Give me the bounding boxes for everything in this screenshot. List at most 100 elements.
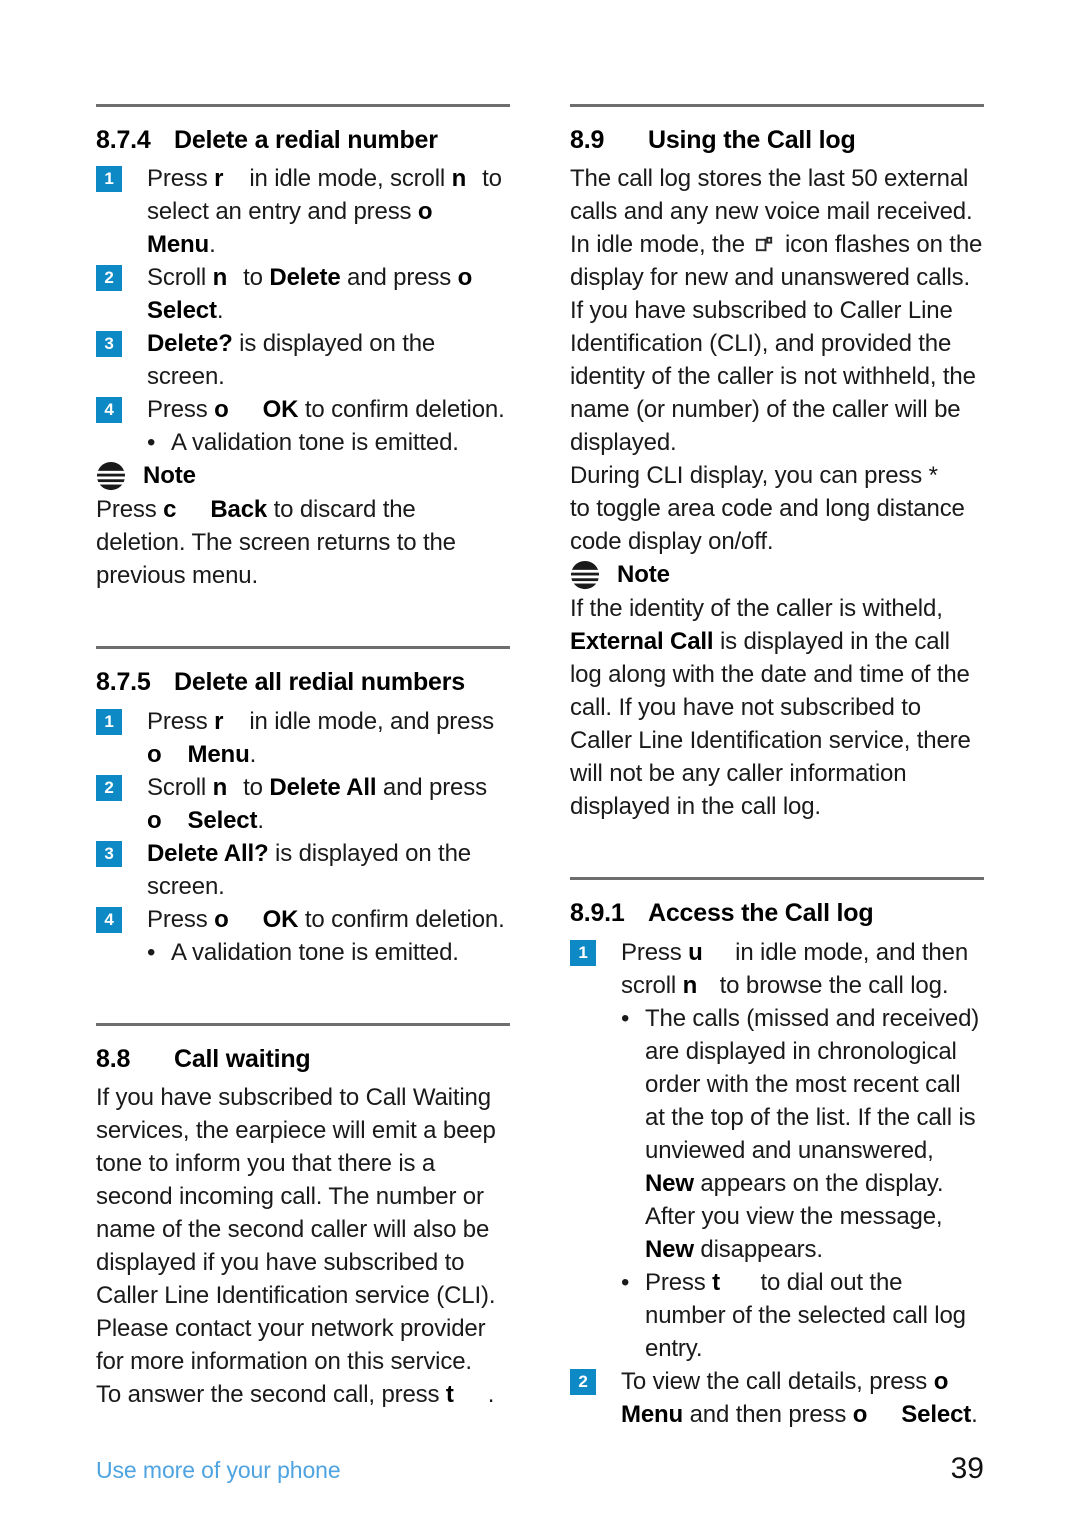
step2-post: . xyxy=(971,1400,978,1428)
note-label: Note xyxy=(617,561,670,589)
section-divider-874 xyxy=(96,104,510,107)
bullet1-bold-new-2: New xyxy=(645,1235,694,1263)
bullet-dot-icon: • xyxy=(147,429,156,457)
step-badge: 4 xyxy=(96,906,122,933)
heading-number-8-7-5: 8.7.5 xyxy=(96,668,151,697)
step2-mid: and then press xyxy=(683,1400,853,1428)
note-bold-external-call: External Call xyxy=(570,628,714,656)
note-icon xyxy=(96,462,126,491)
step-item: 1 Press r in idle mode, scroll n to select… xyxy=(96,162,510,261)
bullet-text: The calls (missed and received) are disp… xyxy=(645,1002,984,1266)
key-menu-soft: o xyxy=(933,1367,949,1395)
step-badge: 4 xyxy=(96,397,122,424)
heading-8-8: 8.8 Call waiting xyxy=(96,1044,510,1075)
heading-title-8-8: Call waiting xyxy=(174,1044,311,1073)
step-text: Press o OK to confirm deletion. xyxy=(147,396,505,424)
heading-8-7-4: 8.7.4 Delete a redial number xyxy=(96,125,510,156)
step-text: Press o OK to confirm deletion. xyxy=(147,905,505,933)
step-badge: 2 xyxy=(96,265,122,292)
section-divider-875 xyxy=(96,646,510,650)
bullet2-pre: Press xyxy=(645,1268,713,1296)
answer-pre: To answer the second call, press xyxy=(96,1380,446,1408)
note-header: Note xyxy=(96,461,510,491)
cli-toggle-post: to toggle area code and long distance co… xyxy=(570,495,965,556)
manual-page: 8.7.4 Delete a redial number 1 Press r in … xyxy=(0,0,1080,1530)
paragraph-call-log-intro: The call log stores the last 50 external… xyxy=(570,162,984,459)
heading-number-8-8: 8.8 xyxy=(96,1044,131,1073)
bullet-item: • A validation tone is emitted. xyxy=(147,936,510,969)
cli-toggle-pre: During CLI display, you can press xyxy=(570,462,929,490)
heading-number-8-7-4: 8.7.4 xyxy=(96,126,151,154)
step-item: 3 Delete? is displayed on the screen. xyxy=(96,327,510,393)
step1-post: to browse the call log. xyxy=(713,971,949,999)
key-up: u xyxy=(688,938,703,966)
step-text: Press r in idle mode, and press o Menu. xyxy=(147,707,495,768)
call-log-intro-b: icon flashes on the display for new and … xyxy=(570,231,983,457)
heading-8-9-1: 8.9.1 Access the Call log xyxy=(570,898,984,929)
heading-title-8-9-1: Access the Call log xyxy=(648,899,874,928)
step-text: Press r in idle mode, scroll n to select a… xyxy=(147,165,502,259)
step-item: 2 Scroll n to Delete All and press o Select… xyxy=(96,771,510,837)
step-item: 4 Press o OK to confirm deletion. xyxy=(96,903,510,936)
step-text: Scroll n to Delete All and press o Select. xyxy=(147,773,487,834)
heading-8-7-5: 8.7.5 Delete all redial numbers xyxy=(96,667,510,698)
step-item: 4 Press o OK to confirm deletion. xyxy=(96,393,510,426)
bullet-dot-icon: • xyxy=(621,1004,630,1032)
note-header: Note xyxy=(570,560,984,590)
step-text: To view the call details, press o Menu an… xyxy=(621,1365,984,1431)
note-body-874: Press c Back to discard the deletion. The… xyxy=(96,496,456,590)
bullet1-post: disappears. xyxy=(693,1235,823,1263)
step-badge: 2 xyxy=(570,1368,596,1395)
bullet1-bold-new-1: New xyxy=(645,1169,694,1197)
right-column: 8.9 Using the Call log The call log store… xyxy=(570,104,984,1431)
bullet-dot-icon: • xyxy=(621,1268,630,1296)
step-text: Delete All? is displayed on the screen. xyxy=(147,839,471,900)
bullet-text: Press t to dial out the number of the se… xyxy=(645,1266,984,1365)
key-talk: t xyxy=(712,1268,720,1296)
bullet-text: A validation tone is emitted. xyxy=(171,938,459,966)
answer-post: . xyxy=(487,1380,495,1408)
key-talk: t xyxy=(445,1380,454,1408)
section-divider-891 xyxy=(570,877,984,881)
bullet-text: A validation tone is emitted. xyxy=(171,429,459,457)
section-divider-88 xyxy=(96,1022,510,1026)
step1-pre: Press xyxy=(621,938,689,966)
footer-chapter-label: Use more of your phone xyxy=(96,1457,341,1483)
heading-8-9: 8.9 Using the Call log xyxy=(570,125,984,156)
heading-number-8-9-1: 8.9.1 xyxy=(570,899,625,928)
step2-bold-menu: Menu xyxy=(621,1400,684,1428)
bullet-item: • The calls (missed and received) are di… xyxy=(621,1002,984,1266)
heading-number-8-9: 8.9 xyxy=(570,126,605,154)
paragraph-call-waiting: If you have subscribed to Call Waiting s… xyxy=(96,1083,496,1375)
heading-title-8-7-5: Delete all redial numbers xyxy=(174,668,465,697)
note-pre: If the identity of the caller is witheld… xyxy=(570,595,943,623)
bullet-dot-icon: • xyxy=(147,938,156,966)
step-text: Press u in idle mode, and then scroll n … xyxy=(621,936,984,1002)
bullet1-pre: The calls (missed and received) are disp… xyxy=(645,1004,980,1164)
step2-pre: To view the call details, press xyxy=(621,1367,934,1395)
step-item: 2 Scroll n to Delete and press o Select. xyxy=(96,261,510,327)
step-item: 2 To view the call details, press o Menu … xyxy=(570,1365,984,1431)
step-badge: 1 xyxy=(96,708,122,735)
paragraph-answer-second-call: To answer the second call, press t. xyxy=(96,1378,510,1411)
bullet-item: • Press t to dial out the number of the … xyxy=(621,1266,984,1365)
key-nav: n xyxy=(682,971,698,999)
note-post: is displayed in the call log along with … xyxy=(570,628,971,821)
key-select-soft: o xyxy=(852,1400,868,1428)
step-item: 3 Delete All? is displayed on the screen… xyxy=(96,837,510,903)
heading-title-8-9: Using the Call log xyxy=(648,126,856,154)
step-item: 1 Press u in idle mode, and then scroll … xyxy=(570,936,984,1002)
step-text: Delete? is displayed on the screen. xyxy=(147,330,436,391)
step-badge: 3 xyxy=(96,331,122,358)
note-icon xyxy=(570,561,600,590)
step-badge: 3 xyxy=(96,840,122,867)
step-badge: 1 xyxy=(96,166,122,193)
step-badge: 2 xyxy=(96,774,122,801)
step-text: Scroll n to Delete and press o Select. xyxy=(147,264,473,325)
step-item: 1 Press r in idle mode, and press o Menu. xyxy=(96,705,510,771)
page-footer: Use more of your phone 39 xyxy=(96,1452,984,1486)
two-column-body: 8.7.4 Delete a redial number 1 Press r in … xyxy=(96,104,984,1431)
key-star: * xyxy=(928,462,938,490)
paragraph-cli-toggle: During CLI display, you can press * to t… xyxy=(570,459,984,558)
step-badge: 1 xyxy=(570,939,596,966)
